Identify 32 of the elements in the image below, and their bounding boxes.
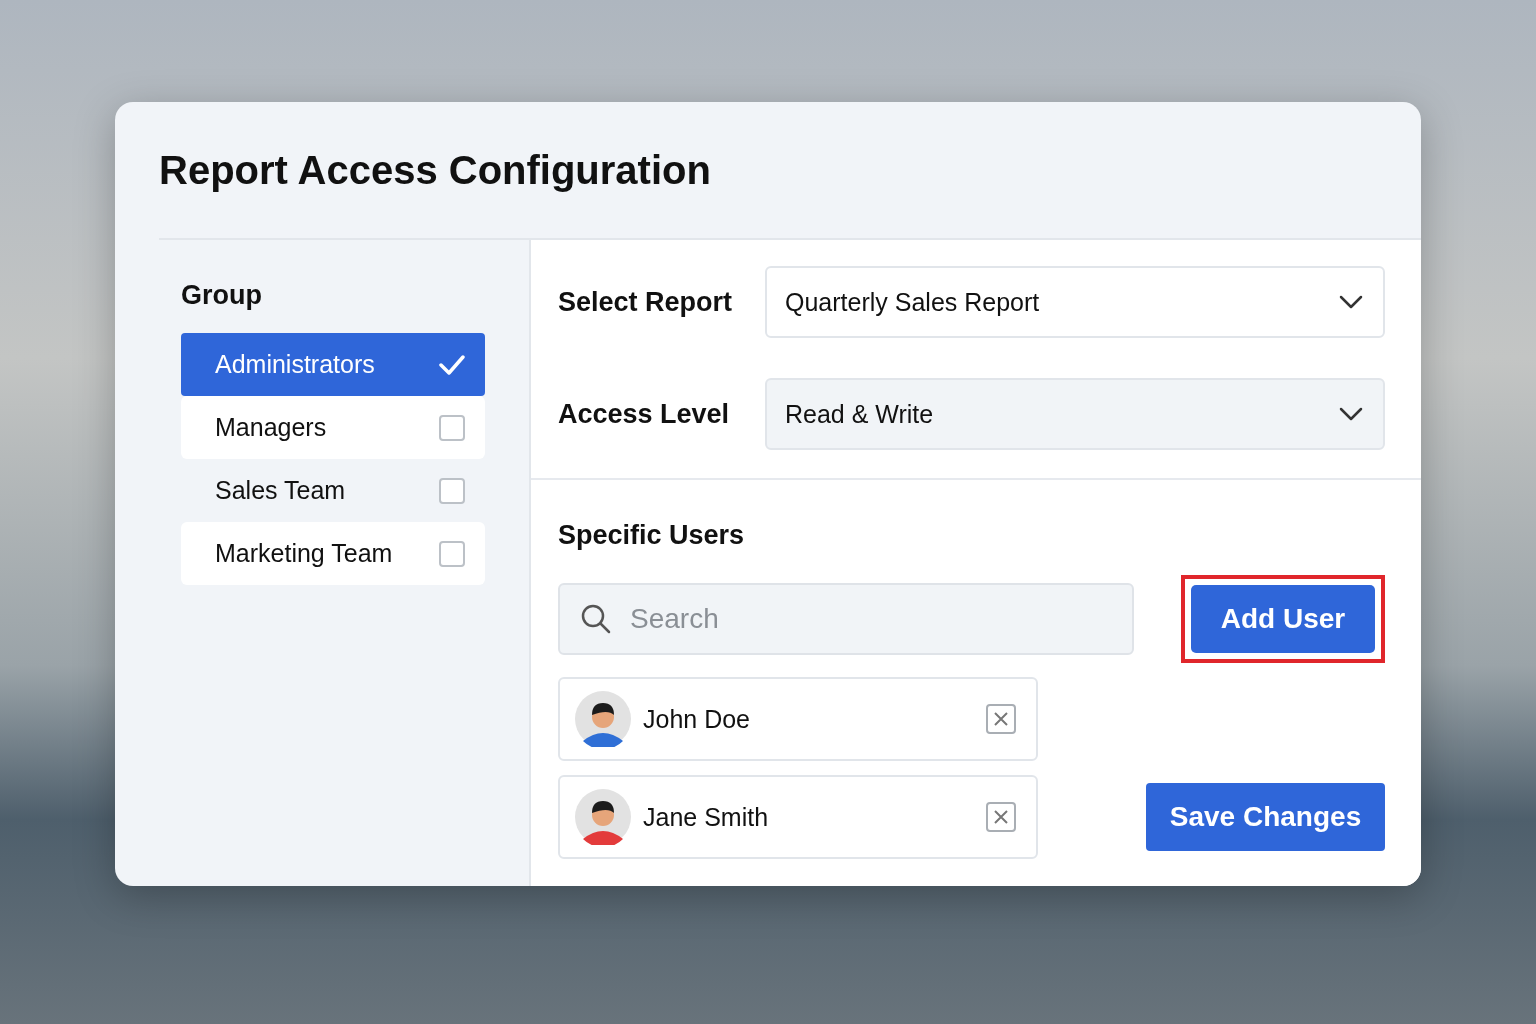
chevron-down-icon	[1339, 295, 1363, 309]
save-changes-button[interactable]: Save Changes	[1146, 783, 1385, 851]
remove-button[interactable]	[986, 802, 1016, 832]
group-item[interactable]: Managers	[181, 396, 485, 459]
chevron-down-icon	[1339, 407, 1363, 421]
field-label: Select Report	[558, 286, 734, 318]
add-user-button[interactable]: Add User	[1191, 585, 1375, 653]
group-item[interactable]: Marketing Team	[181, 522, 485, 585]
close-icon	[993, 711, 1009, 727]
user-name: Jane Smith	[643, 802, 770, 832]
group-heading: Group	[181, 280, 263, 311]
group-label: Sales Team	[215, 476, 346, 505]
checkmark-icon[interactable]	[439, 354, 465, 375]
checkbox[interactable]	[439, 540, 465, 567]
group-label: Administrators	[215, 350, 375, 379]
group-item[interactable]: Sales Team	[181, 459, 485, 522]
close-icon	[993, 809, 1009, 825]
dropdown-field[interactable]: Quarterly Sales Report	[765, 266, 1385, 338]
search-field[interactable]: Search	[558, 583, 1134, 655]
remove-button[interactable]	[986, 704, 1016, 734]
head-icon	[592, 801, 614, 826]
group-label: Marketing Team	[215, 539, 393, 568]
dialog-title: Report Access Configuration	[159, 147, 711, 193]
users-heading: Specific Users	[558, 520, 746, 551]
group-item[interactable]: Administrators	[181, 333, 485, 396]
dropdown-field[interactable]: Read & Write	[765, 378, 1385, 450]
checkbox[interactable]	[439, 414, 465, 441]
group-label: Managers	[215, 413, 327, 442]
head-icon	[592, 703, 614, 728]
field-label: Access Level	[558, 398, 731, 430]
checkbox[interactable]	[439, 477, 465, 504]
user-name: John Doe	[643, 704, 752, 734]
